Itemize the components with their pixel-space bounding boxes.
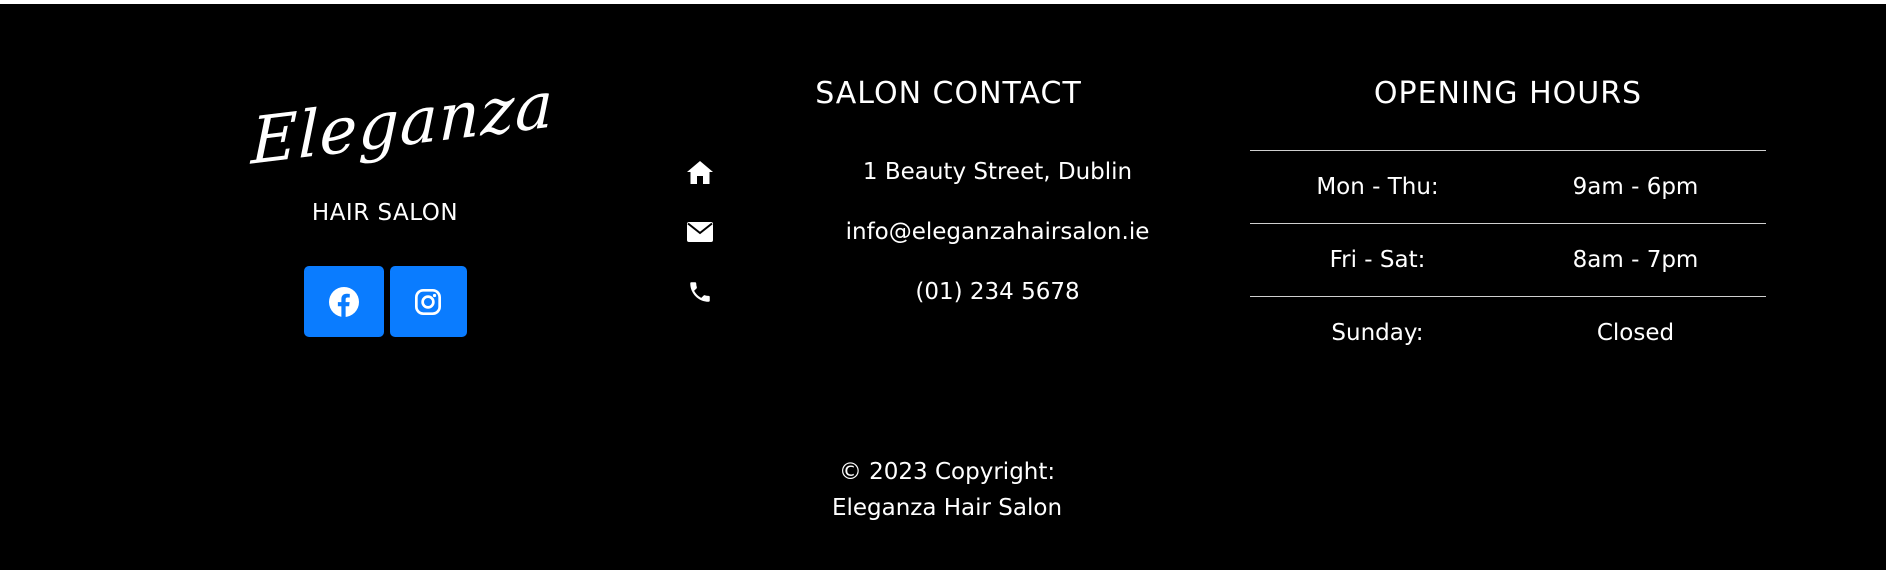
hours-time: 8am - 7pm	[1572, 247, 1699, 273]
hours-row: Sunday: Closed	[1250, 297, 1766, 369]
facebook-icon	[328, 286, 359, 317]
hours-time: 9am - 6pm	[1572, 174, 1699, 200]
instagram-icon	[414, 288, 442, 315]
social-links	[250, 266, 520, 337]
brand-column: Eleganza HAIR SALON	[250, 67, 555, 337]
copyright: © 2023 Copyright: Eleganza Hair Salon	[0, 454, 1886, 526]
copyright-owner: Eleganza Hair Salon	[831, 495, 1063, 521]
instagram-button[interactable]	[389, 266, 467, 337]
brand-subtitle: HAIR SALON	[311, 200, 459, 226]
hours-time: Closed	[1596, 320, 1675, 346]
contact-phone: (01) 234 5678	[680, 272, 1210, 312]
hours-day: Fri - Sat:	[1329, 247, 1426, 273]
email-link[interactable]: info@eleganzahairsalon.ie	[695, 219, 1210, 245]
hours-day: Sunday:	[1331, 320, 1424, 346]
hours-row: Fri - Sat: 8am - 7pm	[1250, 224, 1766, 297]
contact-address: 1 Beauty Street, Dublin	[680, 152, 1210, 192]
copyright-line: © 2023 Copyright:	[838, 459, 1056, 485]
hours-heading: OPENING HOURS	[1373, 76, 1643, 111]
address-text: 1 Beauty Street, Dublin	[862, 159, 1133, 185]
contact-column: SALON CONTACT 1 Beauty Street, Dublin in…	[680, 76, 1210, 305]
hours-table: Mon - Thu: 9am - 6pm Fri - Sat: 8am - 7p…	[1250, 150, 1766, 369]
site-footer: Eleganza HAIR SALON SALON CONTACT 1 Beau…	[0, 4, 1886, 570]
hours-day: Mon - Thu:	[1316, 174, 1439, 200]
hours-column: OPENING HOURS Mon - Thu: 9am - 6pm Fri -…	[1250, 76, 1766, 346]
hours-row: Mon - Thu: 9am - 6pm	[1250, 151, 1766, 224]
contact-email: info@eleganzahairsalon.ie	[680, 212, 1210, 252]
salon-logo: Eleganza	[250, 67, 555, 180]
facebook-button[interactable]	[303, 266, 384, 337]
phone-link[interactable]: (01) 234 5678	[695, 279, 1210, 305]
contact-heading: SALON CONTACT	[815, 76, 1082, 111]
